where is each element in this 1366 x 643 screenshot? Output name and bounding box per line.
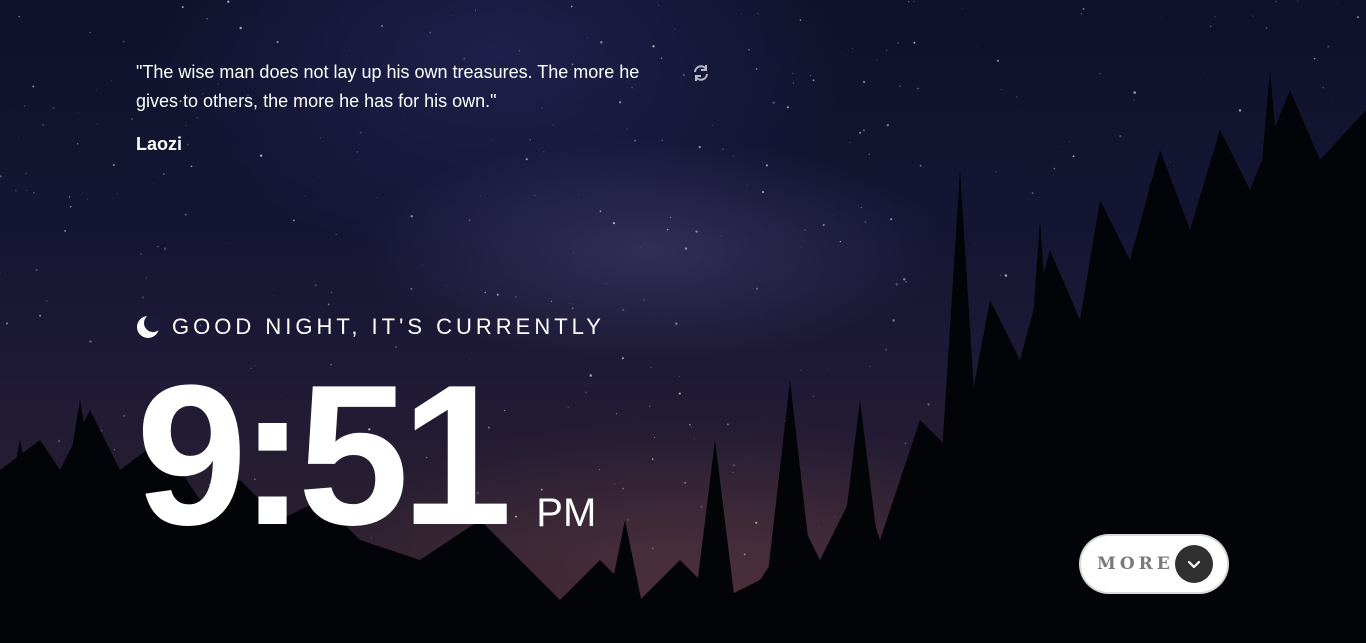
clock-time: 9:51 <box>136 344 512 567</box>
quote-block: "The wise man does not lay up his own tr… <box>136 58 676 155</box>
clock: 9:51 PM <box>136 356 596 556</box>
quote-author: Laozi <box>136 134 183 154</box>
more-button-label: MORE <box>1097 554 1174 574</box>
refresh-icon[interactable] <box>692 64 710 82</box>
greeting-text: GOOD NIGHT, IT'S CURRENTLY <box>172 314 605 339</box>
chevron-down-icon <box>1175 545 1213 583</box>
greeting: GOOD NIGHT, IT'S CURRENTLY <box>136 314 605 340</box>
clock-period: PM <box>536 491 597 535</box>
moon-icon <box>137 315 160 338</box>
more-button[interactable]: MORE <box>1079 534 1229 594</box>
quote-text: "The wise man does not lay up his own tr… <box>136 62 640 111</box>
